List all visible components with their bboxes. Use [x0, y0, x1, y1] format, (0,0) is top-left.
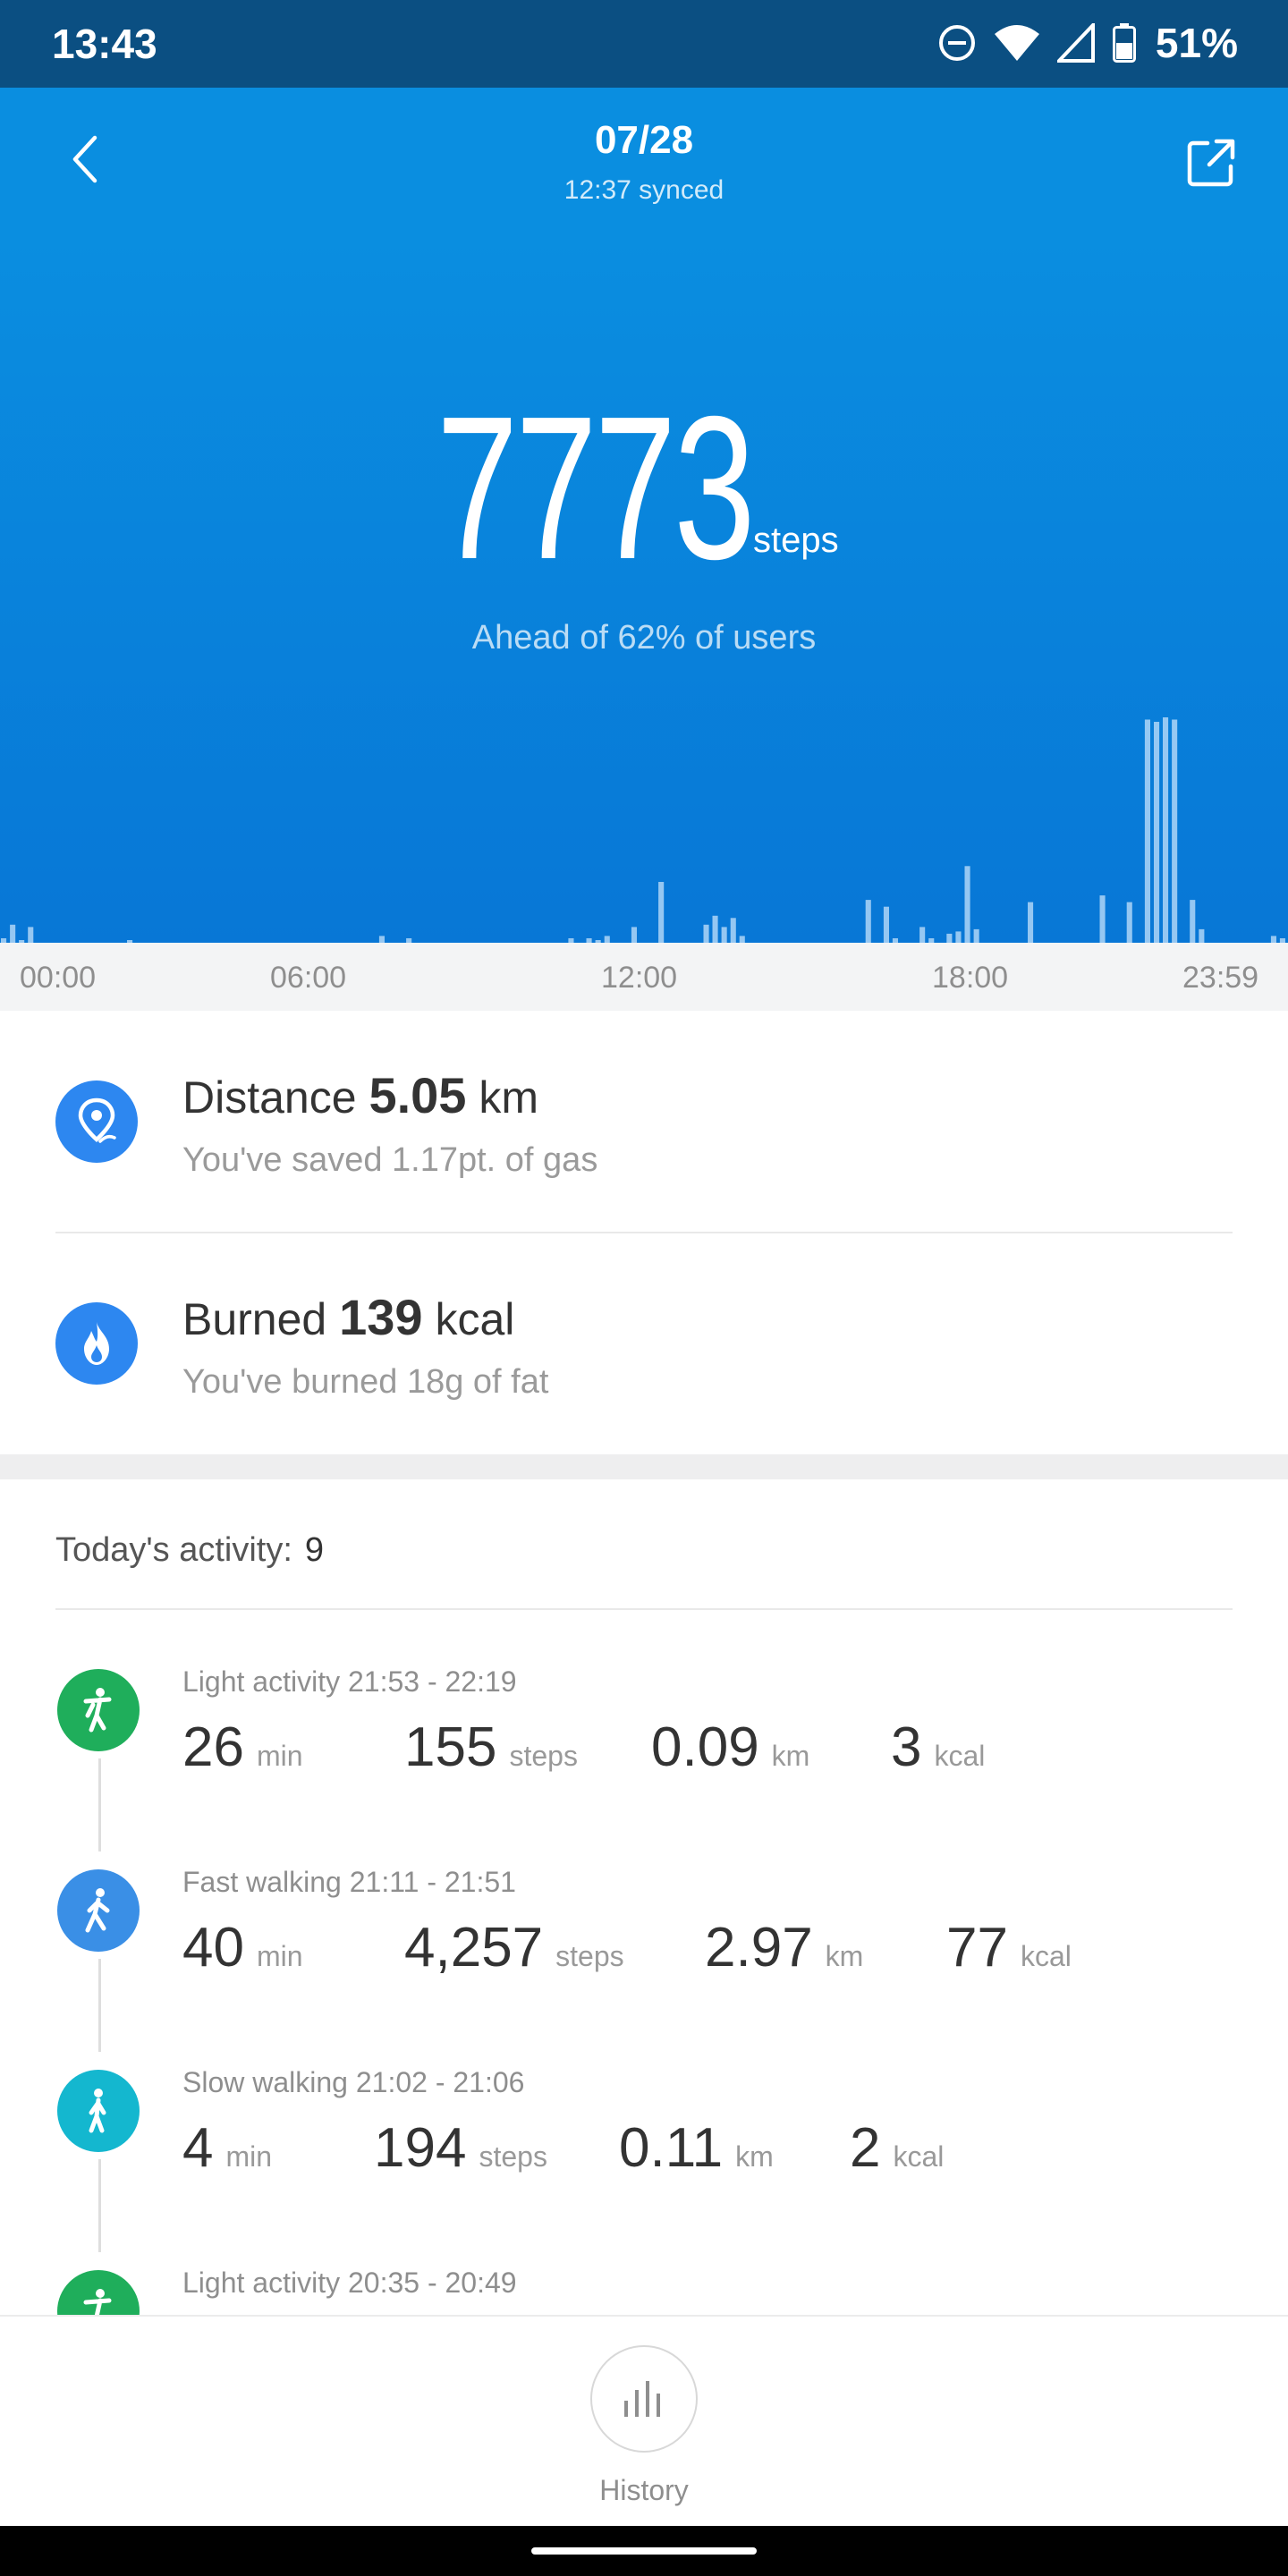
step-bar — [1028, 902, 1034, 943]
step-bar — [883, 906, 889, 943]
step-bar — [955, 931, 962, 943]
today-activity-label: Today's activity: — [55, 1531, 292, 1569]
today-activity-header: Today's activity: 9 — [55, 1531, 324, 1570]
burned-label: Burned — [182, 1294, 327, 1344]
time-label: 00:00 — [20, 961, 97, 995]
time-label: 18:00 — [932, 961, 1009, 995]
activity-title: Light activity 20:35 - 20:49 — [182, 2267, 517, 2299]
step-bar — [1190, 900, 1196, 943]
step-bar — [1154, 722, 1160, 943]
step-bar — [919, 927, 926, 943]
dnd-icon — [938, 25, 975, 61]
step-bar — [1163, 717, 1169, 943]
timeline-connector — [98, 2159, 101, 2252]
battery-icon — [1112, 23, 1136, 63]
distance-main: Distance 5.05 km — [182, 1066, 538, 1124]
time-label: 12:00 — [601, 961, 678, 995]
page-title: 07/28 — [594, 118, 694, 162]
steps-hero: 7773 steps Ahead of 62% of users — [0, 233, 1288, 943]
activity-title: Fast walking 21:11 - 21:51 — [182, 1866, 516, 1898]
step-bar — [28, 927, 34, 943]
step-bar — [378, 936, 385, 943]
step-bar — [964, 866, 970, 943]
step-bar — [1199, 928, 1205, 943]
step-bar — [973, 928, 979, 943]
distance-value: 5.05 — [369, 1067, 467, 1123]
divider — [55, 1608, 1233, 1610]
step-bar — [703, 924, 709, 943]
time-label: 06:00 — [270, 961, 347, 995]
step-bar — [1126, 902, 1132, 943]
flame-icon — [55, 1302, 138, 1385]
step-bar — [739, 936, 745, 943]
history-button[interactable] — [590, 2345, 698, 2453]
share-icon — [1187, 139, 1235, 187]
activity-distance: 0.09 km — [651, 1716, 810, 1778]
light-activity-icon — [57, 1669, 140, 1751]
activity-steps: 155 steps — [404, 1716, 578, 1778]
burned-main: Burned 139 kcal — [182, 1288, 514, 1346]
activity-calories: 77 kcal — [946, 1917, 1072, 1979]
step-bar — [604, 936, 610, 943]
slow-walking-icon — [57, 2070, 140, 2152]
app-header: 07/28 12:37 synced — [0, 88, 1288, 233]
bottom-bar: History — [0, 2315, 1288, 2526]
activity-duration: 40 min — [182, 1917, 303, 1979]
today-activity-count: 9 — [304, 1531, 325, 1569]
burned-value: 139 — [339, 1289, 423, 1345]
activity-title: Slow walking 21:02 - 21:06 — [182, 2066, 525, 2098]
user-rank: Ahead of 62% of users — [471, 619, 817, 657]
history-label: History — [599, 2474, 689, 2506]
section-separator — [0, 1454, 1288, 1479]
burned-row[interactable]: Burned 139 kcal You've burned 18g of fat — [0, 1233, 1288, 1454]
home-handle[interactable] — [531, 2547, 757, 2555]
bar-chart-icon — [624, 2381, 660, 2417]
sync-status: 12:37 synced — [564, 175, 724, 205]
distance-unit: km — [479, 1072, 538, 1123]
step-bar — [712, 915, 718, 943]
activity-steps: 4,257 steps — [404, 1917, 624, 1979]
activity-distance: 0.11 km — [619, 2117, 774, 2179]
step-bar — [1099, 895, 1106, 943]
status-icons: 51% — [937, 16, 1238, 70]
step-bar — [1172, 719, 1178, 943]
daily-steps-chart — [1, 717, 1285, 943]
steps-unit: steps — [753, 521, 839, 560]
step-bar — [1144, 719, 1150, 943]
time-label: 23:59 — [1182, 961, 1259, 995]
distance-sub: You've saved 1.17pt. of gas — [182, 1141, 598, 1179]
activity-steps: 194 steps — [374, 2117, 547, 2179]
status-time: 13:43 — [52, 21, 157, 67]
step-bar — [730, 918, 736, 943]
activity-distance: 2.97 km — [705, 1917, 864, 1979]
activity-calories: 2 kcal — [850, 2117, 945, 2179]
step-bar — [1270, 936, 1276, 943]
step-bar — [631, 927, 637, 943]
battery-percent: 51% — [1155, 20, 1238, 66]
system-nav-bar — [0, 2526, 1288, 2576]
cell-signal-icon — [1056, 23, 1095, 63]
distance-row[interactable]: Distance 5.05 km You've saved 1.17pt. of… — [0, 1011, 1288, 1233]
step-bar — [865, 900, 871, 943]
burned-unit: kcal — [435, 1294, 515, 1344]
timeline-connector — [98, 1959, 101, 2052]
fast-walking-icon — [57, 1869, 140, 1952]
wifi-icon — [994, 25, 1039, 61]
step-bar — [10, 924, 16, 943]
activity-title: Light activity 21:53 - 22:19 — [182, 1665, 517, 1698]
share-button[interactable] — [1175, 127, 1247, 199]
activity-calories: 3 kcal — [891, 1716, 986, 1778]
step-bar — [658, 882, 665, 943]
step-bar — [946, 933, 953, 943]
location-pin-icon — [55, 1080, 138, 1163]
activity-duration: 26 min — [182, 1716, 303, 1778]
activity-duration: 4 min — [182, 2117, 273, 2179]
distance-label: Distance — [182, 1072, 357, 1123]
steps-count: 7773 — [436, 375, 756, 602]
timeline-connector — [98, 1758, 101, 1852]
status-bar: 13:43 51% — [0, 0, 1288, 88]
time-axis: 00:00 06:00 12:00 18:00 23:59 — [0, 943, 1288, 1011]
step-bar — [721, 927, 727, 943]
burned-sub: You've burned 18g of fat — [182, 1363, 549, 1401]
